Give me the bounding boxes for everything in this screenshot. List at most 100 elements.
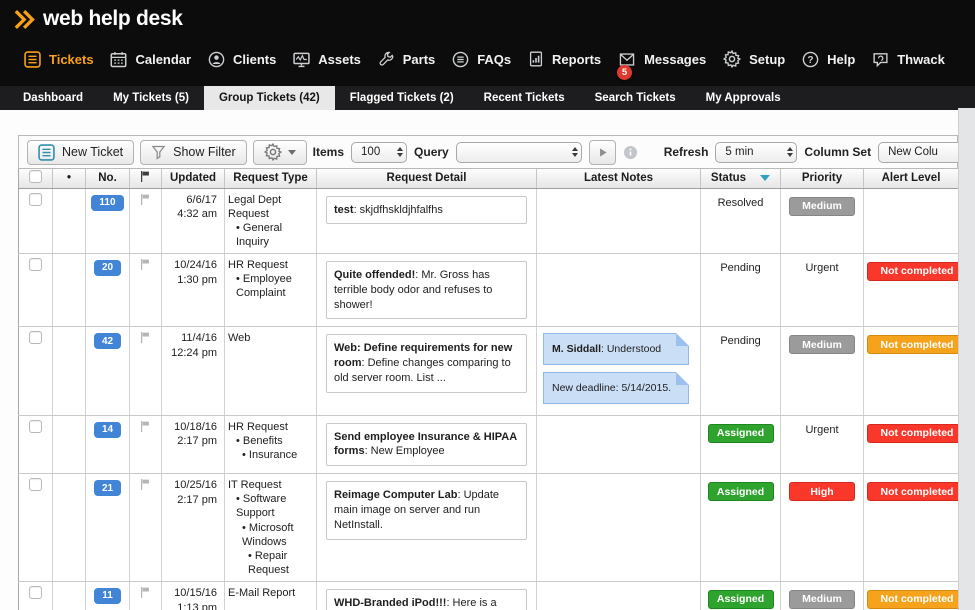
query-info-icon[interactable] bbox=[623, 145, 638, 160]
select-all-checkbox[interactable] bbox=[29, 170, 42, 184]
request-detail-box[interactable]: WHD-Branded iPod!!!: Here is a Web Help … bbox=[326, 588, 527, 610]
header-dot[interactable]: • bbox=[52, 169, 86, 189]
unread-count-badge: 5 bbox=[617, 64, 633, 80]
header-request-detail[interactable]: Request Detail bbox=[316, 169, 537, 189]
settings-dropdown-button[interactable] bbox=[252, 139, 307, 165]
row-checkbox[interactable] bbox=[29, 192, 42, 206]
request-detail-box[interactable]: Web: Define requirements for new room: D… bbox=[326, 334, 527, 393]
subnav-item-recent-tickets[interactable]: Recent Tickets bbox=[469, 86, 580, 110]
nav-item-thwack[interactable]: Thwack bbox=[872, 51, 945, 68]
play-icon bbox=[596, 146, 609, 159]
note-bubble[interactable]: New deadline: 5/14/2015. bbox=[543, 371, 689, 404]
subnav-item-search-tickets[interactable]: Search Tickets bbox=[580, 86, 691, 110]
column-set-select[interactable]: New Colu bbox=[878, 141, 971, 163]
show-filter-label: Show Filter bbox=[173, 145, 236, 159]
flag-icon[interactable] bbox=[139, 331, 152, 344]
row-checkbox[interactable] bbox=[29, 331, 42, 345]
subnav-item-group-tickets[interactable]: Group Tickets (42) bbox=[203, 86, 335, 110]
header-select-all[interactable] bbox=[18, 169, 53, 189]
query-select[interactable] bbox=[455, 141, 582, 163]
status-text: Resolved bbox=[717, 196, 764, 209]
scrollbar-track[interactable] bbox=[958, 108, 975, 610]
run-query-button[interactable] bbox=[588, 139, 616, 165]
alert-level-badge: Not completed bbox=[867, 589, 967, 609]
subnav-item-dashboard[interactable]: Dashboard bbox=[8, 86, 98, 110]
request-type-line: • Software Support bbox=[236, 493, 287, 520]
request-type-line: • Microsoft Windows bbox=[242, 521, 294, 548]
note-bubble[interactable]: M. Siddall: Understood bbox=[543, 333, 689, 365]
items-select[interactable]: 100 bbox=[351, 141, 408, 163]
header-flag[interactable] bbox=[129, 169, 162, 189]
row-checkbox[interactable] bbox=[29, 478, 42, 492]
header-request-type[interactable]: Request Type bbox=[224, 169, 317, 189]
nav-item-tickets[interactable]: Tickets bbox=[24, 50, 94, 68]
request-detail-box[interactable]: Send employee Insurance & HIPAA forms: N… bbox=[326, 422, 527, 467]
row-checkbox[interactable] bbox=[29, 419, 42, 433]
nav-item-help[interactable]: ? Help bbox=[802, 51, 855, 68]
header-no[interactable]: No. bbox=[85, 169, 130, 189]
row-checkbox[interactable] bbox=[29, 585, 42, 599]
flag-icon[interactable] bbox=[139, 586, 152, 599]
new-ticket-label: New Ticket bbox=[62, 145, 124, 159]
status-badge: Assigned bbox=[707, 423, 774, 443]
request-type-line: • Benefits bbox=[236, 434, 283, 447]
top-bar: web help desk bbox=[0, 0, 975, 38]
nav-item-messages[interactable]: 5 Messages bbox=[617, 52, 706, 80]
header-priority[interactable]: Priority bbox=[780, 169, 864, 189]
detail-subject: test bbox=[334, 203, 354, 216]
nav-item-assets[interactable]: Assets bbox=[293, 51, 361, 68]
updated-time: 12:24 pm bbox=[171, 347, 217, 360]
header-status[interactable]: Status bbox=[700, 169, 781, 189]
request-detail-box[interactable]: Reimage Computer Lab: Update main image … bbox=[326, 481, 527, 540]
ticket-number-badge[interactable]: 21 bbox=[93, 480, 122, 497]
ticket-number-badge[interactable]: 14 bbox=[93, 421, 122, 438]
filter-icon bbox=[151, 145, 166, 160]
alert-level-badge: Not completed bbox=[867, 482, 967, 502]
header-alert-level[interactable]: Alert Level bbox=[863, 169, 959, 189]
nav-item-label: Parts bbox=[402, 51, 436, 67]
gear-icon bbox=[263, 143, 282, 161]
refresh-select[interactable]: 5 min bbox=[715, 141, 798, 163]
subnav-item-flagged-tickets[interactable]: Flagged Tickets (2) bbox=[335, 86, 469, 110]
ticket-number-badge[interactable]: 20 bbox=[93, 259, 122, 276]
ticket-number-badge[interactable]: 11 bbox=[94, 587, 121, 604]
table-header-row: • No. Updated Request Type Request Detai… bbox=[18, 169, 959, 189]
flag-icon[interactable] bbox=[139, 193, 152, 206]
ticket-number-badge[interactable]: 42 bbox=[93, 333, 122, 350]
nav-item-label: Help bbox=[827, 51, 856, 67]
flag-icon[interactable] bbox=[139, 420, 152, 433]
nav-item-label: Clients bbox=[233, 51, 277, 67]
request-type-line: • General Inquiry bbox=[236, 221, 283, 248]
request-type-line: • Insurance bbox=[242, 448, 298, 461]
items-label: Items bbox=[312, 145, 345, 159]
alert-level-badge: Not completed bbox=[867, 261, 967, 281]
logo-text: web help desk bbox=[43, 7, 183, 30]
nav-item-reports[interactable]: Reports bbox=[528, 51, 601, 67]
subnav-item-my-approvals[interactable]: My Approvals bbox=[691, 86, 796, 110]
nav-item-calendar[interactable]: Calendar bbox=[110, 51, 191, 68]
chevron-down-icon bbox=[287, 149, 296, 155]
new-ticket-button[interactable]: New Ticket bbox=[27, 139, 135, 165]
flag-icon[interactable] bbox=[139, 478, 152, 491]
subnav-item-my-tickets[interactable]: My Tickets (5) bbox=[98, 86, 204, 110]
nav-item-faqs[interactable]: FAQs bbox=[452, 51, 511, 68]
ticket-row: 42 11/4/16 12:24 pm Web Web: Define requirem… bbox=[18, 326, 967, 416]
items-value: 100 bbox=[361, 146, 381, 158]
flag-icon[interactable] bbox=[139, 258, 152, 271]
nav-item-parts[interactable]: Parts bbox=[378, 51, 436, 68]
logo[interactable]: web help desk bbox=[14, 7, 183, 31]
updated-time: 4:32 am bbox=[177, 208, 217, 221]
new-ticket-icon bbox=[38, 143, 55, 161]
request-detail-box[interactable]: Quite offended!: Mr. Gross has terrible … bbox=[326, 260, 527, 320]
nav-item-clients[interactable]: Clients bbox=[208, 51, 276, 68]
request-detail-box[interactable]: test: skjdfhskldjhfalfhs bbox=[326, 195, 527, 225]
ticket-number-badge[interactable]: 110 bbox=[91, 194, 124, 211]
main-nav: Tickets Calendar Clients Assets Parts FAQs Rep… bbox=[0, 38, 975, 86]
show-filter-button[interactable]: Show Filter bbox=[140, 139, 247, 165]
nav-item-setup[interactable]: Setup bbox=[723, 50, 785, 68]
updated-time: 1:30 pm bbox=[177, 273, 217, 286]
header-updated[interactable]: Updated bbox=[161, 169, 225, 189]
row-checkbox[interactable] bbox=[29, 257, 42, 271]
priority-badge: Medium bbox=[789, 589, 855, 609]
header-latest-notes[interactable]: Latest Notes bbox=[536, 169, 701, 189]
